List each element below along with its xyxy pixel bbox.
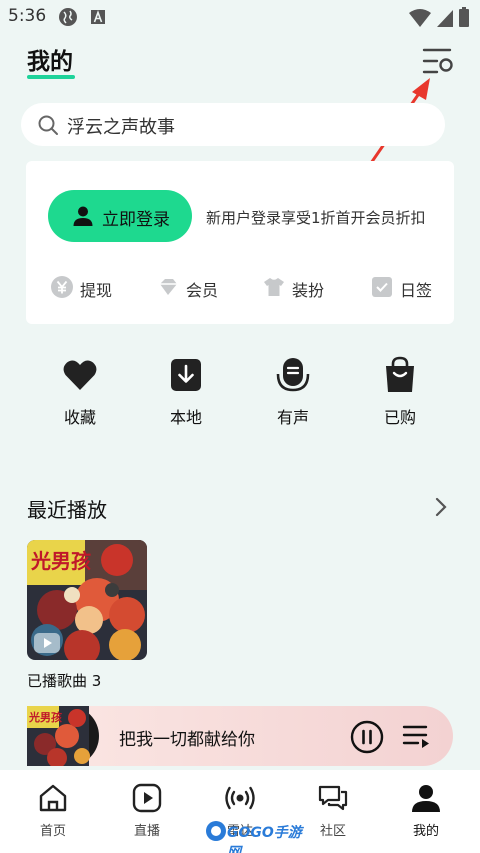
player-cover-text: 光男孩 — [28, 710, 62, 724]
diamond-icon — [160, 279, 177, 295]
player-album-art: 光男孩 — [27, 706, 99, 766]
playlist-icon[interactable] — [402, 723, 430, 749]
cover-title-text: 光男孩 — [30, 549, 91, 573]
tshirt-icon — [264, 278, 284, 296]
account-shortcuts: 提现 会员 装扮 日签 — [26, 273, 454, 303]
radio-icon — [225, 786, 255, 810]
nav-home-label: 首页 — [39, 824, 66, 839]
nav-mine-label: 我的 — [412, 824, 439, 839]
page-title: 我的 — [27, 49, 73, 75]
globe-icon — [59, 8, 77, 26]
wifi-icon — [409, 9, 431, 27]
watermark-text: GOGO手游网 — [227, 825, 302, 853]
chevron-right-icon[interactable] — [432, 496, 450, 518]
play-icon — [132, 783, 162, 813]
a-icon — [91, 10, 105, 24]
recent-cover[interactable]: 光男孩 — [27, 540, 147, 660]
status-bar: 5:36 — [0, 0, 480, 34]
purchased-label: 已购 — [383, 408, 416, 427]
title-underline — [27, 75, 75, 79]
vip-item[interactable]: 会员 — [156, 273, 236, 303]
battery-icon — [459, 7, 469, 27]
download-icon — [171, 359, 201, 391]
dressup-item[interactable]: 装扮 — [262, 273, 342, 303]
search-icon — [38, 115, 58, 135]
search-bar[interactable]: 浮云之声故事 — [21, 103, 445, 146]
play-badge — [34, 633, 60, 653]
daily-sign-item[interactable]: 日签 — [370, 273, 450, 303]
promo-text[interactable]: 新用户登录享受1折首开会员折扣 — [206, 207, 426, 228]
person-icon — [73, 206, 93, 226]
recent-section-title: 最近播放 — [27, 498, 107, 522]
chat-icon — [318, 785, 348, 811]
home-icon — [39, 784, 67, 812]
nav-live-label: 直播 — [133, 824, 160, 839]
status-time: 5:36 — [8, 6, 47, 26]
favorites-label: 收藏 — [63, 408, 96, 427]
person-icon — [412, 785, 440, 812]
account-card: 立即登录 新用户登录享受1折首开会员折扣 提现 会员 装扮 日签 — [26, 161, 454, 324]
recent-item-label: 已播歌曲 3 — [27, 672, 102, 690]
vip-label: 会员 — [186, 281, 219, 300]
login-label: 立即登录 — [102, 210, 170, 230]
pause-icon[interactable] — [350, 720, 384, 754]
withdraw-item[interactable]: 提现 — [50, 273, 130, 303]
mini-player[interactable]: 光男孩 把我一切都献给你 — [27, 706, 453, 766]
login-button[interactable]: 立即登录 — [48, 190, 192, 242]
shopping-bag-icon — [386, 356, 414, 392]
nav-live[interactable]: 直播 — [117, 782, 177, 842]
audio-label: 有声 — [276, 408, 309, 427]
watermark-logo-icon — [206, 821, 226, 841]
nav-mine[interactable]: 我的 — [396, 782, 456, 842]
purchased-button[interactable]: 已购 — [370, 356, 430, 430]
favorites-button[interactable]: 收藏 — [50, 356, 110, 430]
microphone-icon — [276, 358, 310, 392]
signal-icon — [437, 10, 453, 27]
audio-button[interactable]: 有声 — [263, 356, 323, 430]
withdraw-label: 提现 — [80, 281, 113, 300]
small-play-icon — [44, 638, 52, 648]
local-label: 本地 — [169, 408, 202, 427]
checkbox-icon — [372, 277, 392, 297]
watermark: GOGO手游网 — [205, 818, 315, 853]
player-song-title: 把我一切都献给你 — [119, 730, 255, 750]
local-button[interactable]: 本地 — [156, 356, 216, 430]
dressup-label: 装扮 — [292, 281, 325, 300]
heart-icon — [63, 360, 97, 390]
daily-sign-label: 日签 — [400, 281, 433, 300]
search-placeholder: 浮云之声故事 — [67, 117, 175, 138]
nav-home[interactable]: 首页 — [23, 782, 83, 842]
yen-icon — [51, 276, 73, 298]
